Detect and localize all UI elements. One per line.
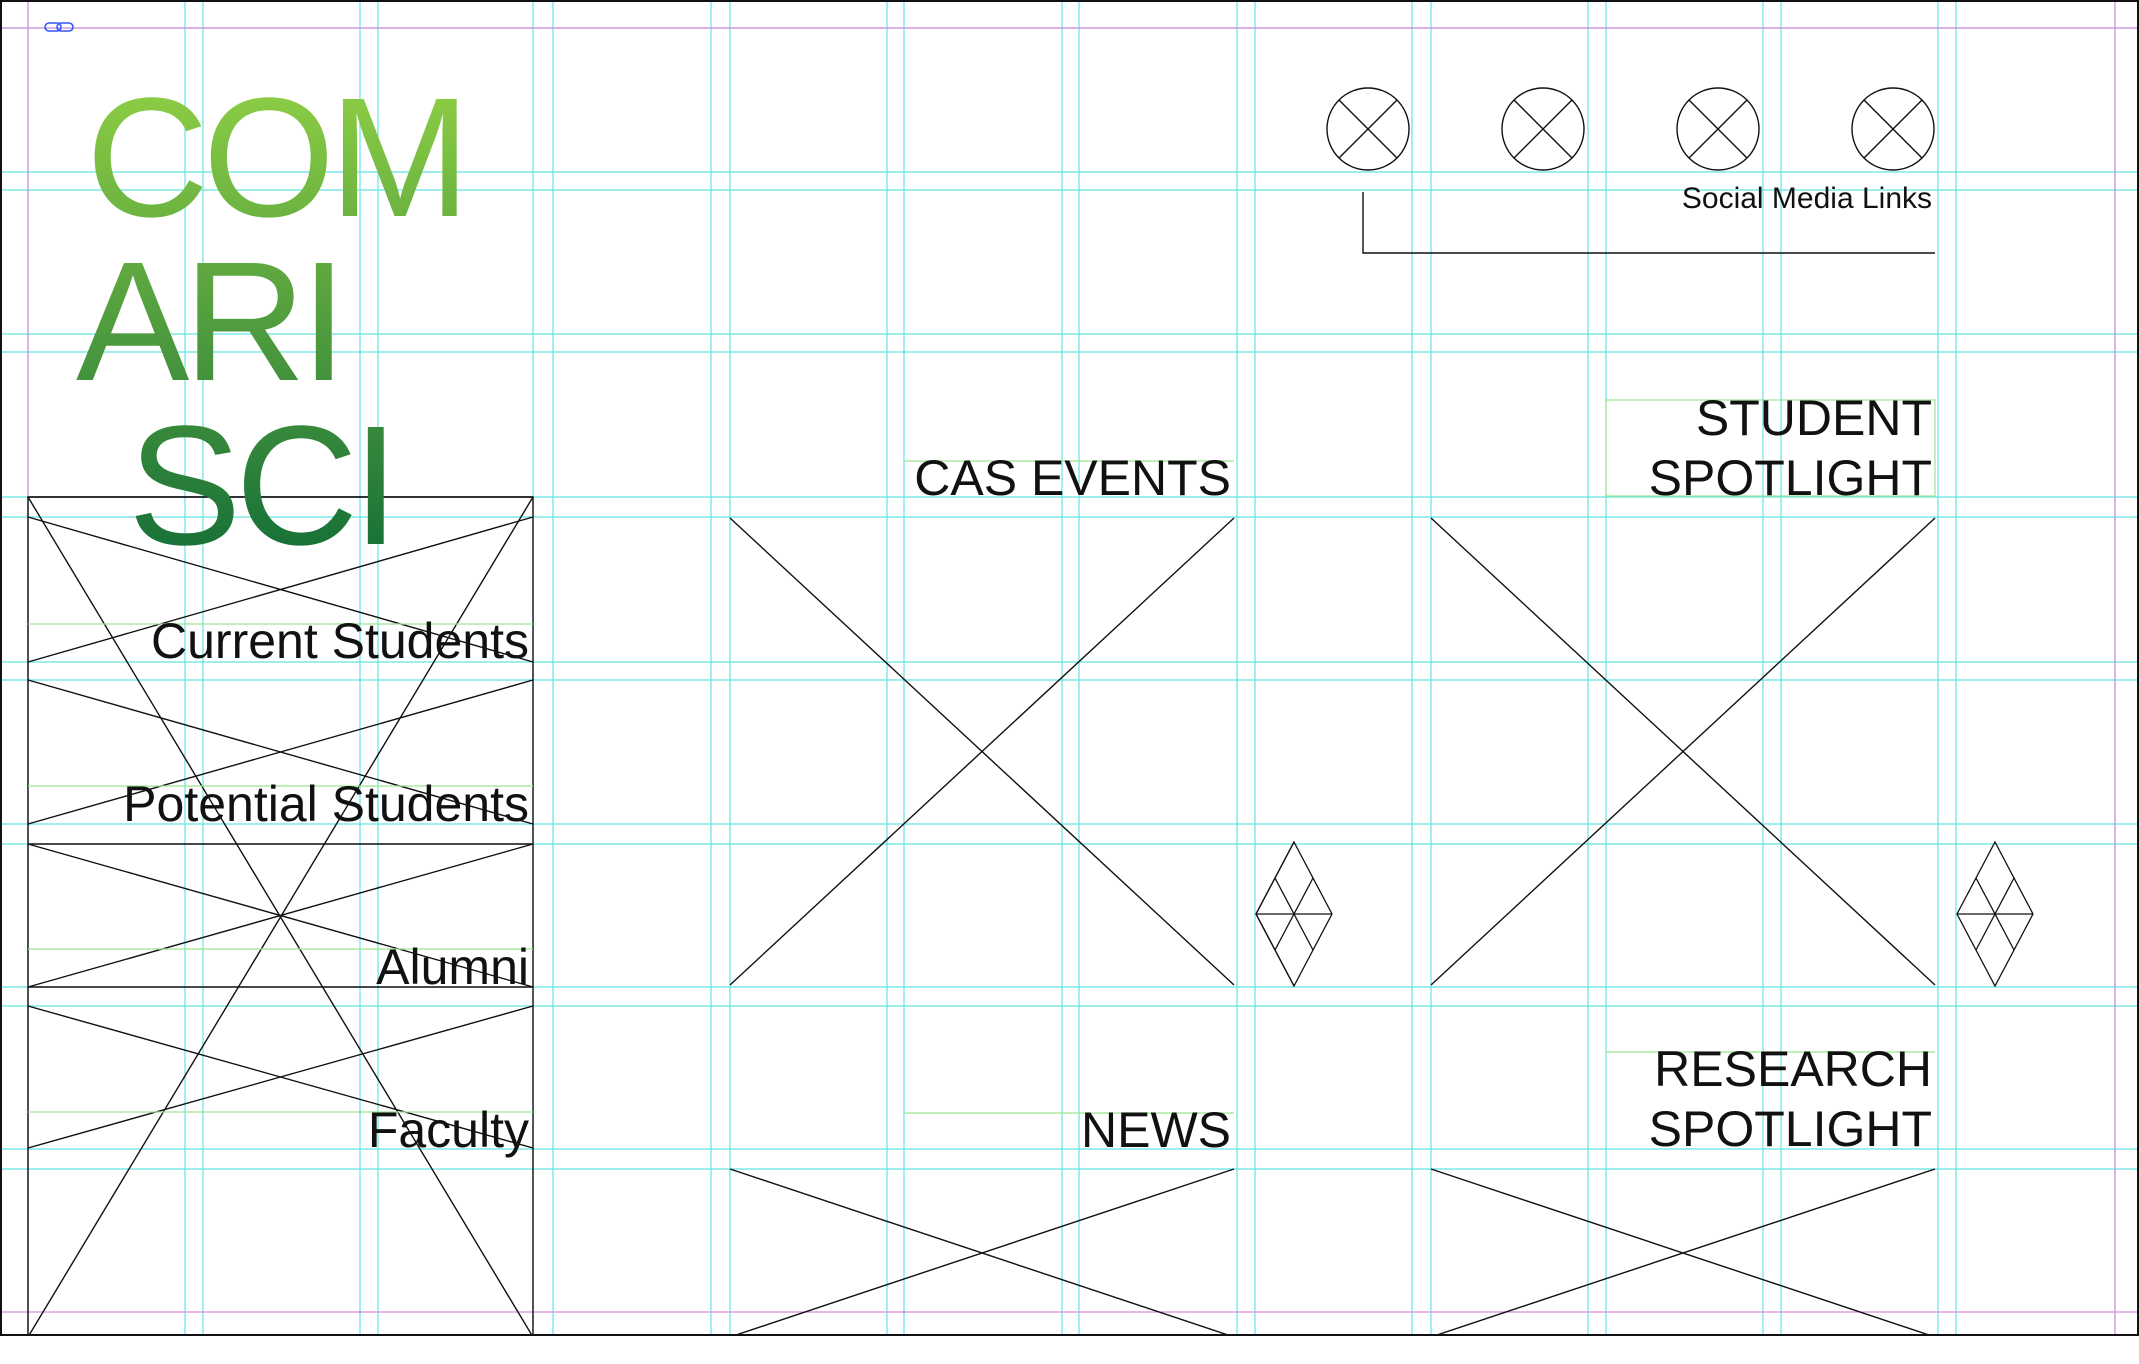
social-placeholder-icon[interactable] [1326, 87, 1410, 171]
social-placeholder-icon[interactable] [1501, 87, 1585, 171]
research-spotlight-line2: SPOTLIGHT [1648, 1101, 1932, 1157]
logo-line-sci: SCI [128, 391, 394, 581]
nav-item-alumni[interactable]: Alumni [376, 938, 529, 996]
student-spotlight-title[interactable]: STUDENT SPOTLIGHT [1649, 388, 1932, 508]
nav-item-potential-students[interactable]: Potential Students [123, 775, 529, 833]
carousel-arrow-icon[interactable] [1255, 841, 1333, 987]
social-links-label: Social Media Links [1681, 182, 1932, 215]
carousel-arrow-icon[interactable] [1956, 841, 2034, 987]
cas-events-title[interactable]: CAS EVENTS [914, 448, 1231, 508]
news-image[interactable] [730, 1169, 1234, 1334]
logo[interactable]: COM ARI SCI [76, 90, 496, 582]
cas-events-image[interactable] [730, 518, 1234, 985]
news-title[interactable]: NEWS [1081, 1100, 1231, 1160]
research-spotlight-image[interactable] [1431, 1169, 1935, 1334]
nav-item-faculty[interactable]: Faculty [368, 1101, 529, 1159]
link-icon[interactable] [44, 20, 74, 34]
social-placeholder-icon[interactable] [1676, 87, 1760, 171]
student-spotlight-line2: SPOTLIGHT [1648, 450, 1932, 506]
artboard: COM ARI SCI Social Media Links Current S… [0, 0, 2139, 1336]
nav-item-current-students[interactable]: Current Students [151, 612, 529, 670]
research-spotlight-line1: RESEARCH [1654, 1041, 1932, 1097]
student-spotlight-image[interactable] [1431, 518, 1935, 985]
student-spotlight-line1: STUDENT [1695, 390, 1932, 446]
social-placeholder-icon[interactable] [1851, 87, 1935, 171]
research-spotlight-title[interactable]: RESEARCH SPOTLIGHT [1649, 1039, 1932, 1159]
